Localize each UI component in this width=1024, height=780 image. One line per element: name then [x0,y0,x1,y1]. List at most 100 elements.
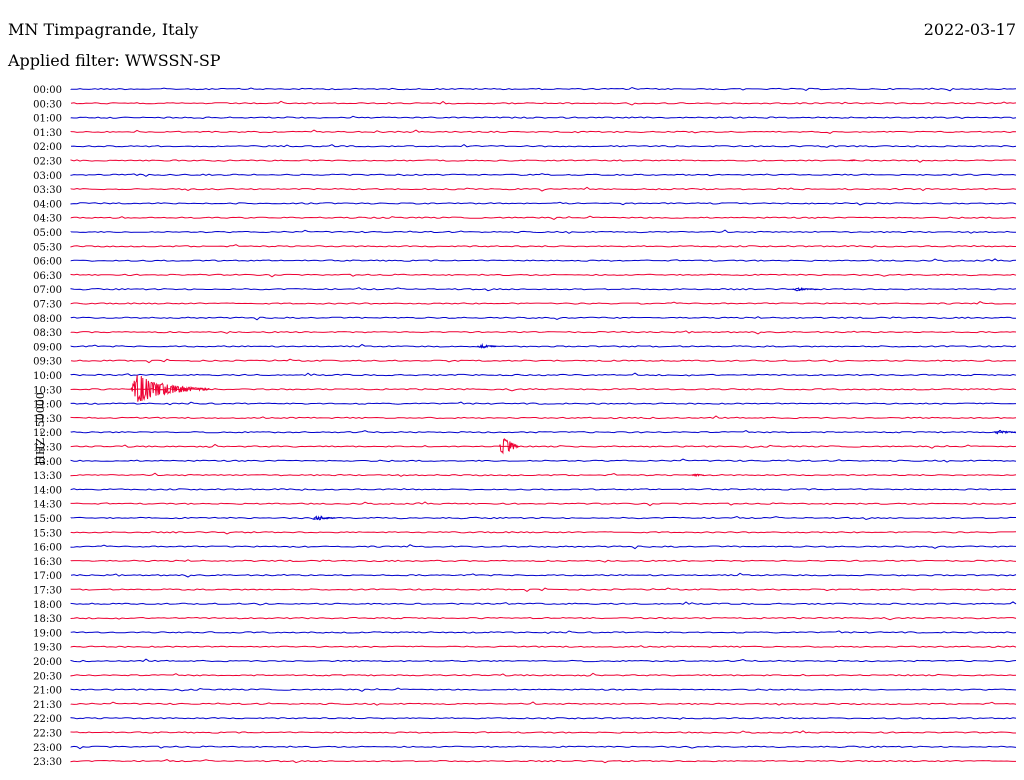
trace-row-0430 [70,215,1017,220]
row-tick-label: 03:00 [33,171,62,182]
trace-row-1330 [70,472,1017,477]
trace-row-1600 [70,544,1017,550]
row-tick-label: 07:30 [33,300,62,311]
trace-row-1000 [70,372,1017,377]
helicorder-chart: 00:00 00:30 01:00 01:30 02:00 02:30 03:00 03:30… [33,85,1017,768]
row-tick-label: 22:00 [33,714,62,725]
seismic-event-4 [477,342,497,350]
row-tick-label: 09:00 [33,342,62,353]
trace-row-1900 [70,630,1017,635]
row-tick-label: 16:00 [33,543,62,554]
row-tick-label: 12:30 [33,443,62,454]
row-tick-label: 01:00 [33,114,62,125]
row-tick-label: 23:30 [33,757,62,768]
trace-row-1400 [70,488,1017,491]
row-tick-label: 16:30 [33,557,62,568]
row-tick-label: 21:00 [33,686,62,697]
trace-row-1100 [70,401,1017,406]
trace-row-1930 [70,645,1017,648]
row-tick-label: 08:00 [33,314,62,325]
row-tick-label: 15:00 [33,514,62,525]
row-tick-label: 05:30 [33,242,62,253]
row-tick-label: 02:00 [33,142,62,153]
trace-row-0630 [70,273,1017,278]
trace-row-1700 [70,572,1017,578]
trace-row-1230 [70,443,1017,449]
row-tick-label: 09:30 [33,357,62,368]
trace-row-0030 [70,100,1017,106]
seismic-event-7 [848,159,856,162]
row-tick-label: 13:00 [33,457,62,468]
row-tick-label: 02:30 [33,157,62,168]
trace-row-0500 [70,229,1017,234]
trace-row-1130 [70,415,1017,420]
row-tick-label: 10:30 [33,385,62,396]
trace-row-0100 [70,115,1017,120]
row-tick-label: 20:30 [33,671,62,682]
trace-row-0730 [70,301,1017,305]
row-tick-label: 22:30 [33,729,62,740]
trace-row-0830 [70,330,1017,335]
trace-row-1730 [70,587,1017,593]
row-tick-label: 18:00 [33,600,62,611]
row-tick-label: 11:30 [33,414,62,425]
row-tick-label: 00:30 [33,99,62,110]
row-tick-label: 14:30 [33,500,62,511]
trace-row-0200 [70,143,1017,148]
seismic-event-1 [498,437,519,455]
row-tick-label: 04:00 [33,199,62,210]
row-tick-label: 10:00 [33,371,62,382]
trace-row-0330 [70,186,1017,192]
row-tick-label: 14:00 [33,485,62,496]
row-tick-label: 00:00 [33,85,62,96]
row-tick-label: 19:00 [33,628,62,639]
row-tick-label: 06:30 [33,271,62,282]
row-tick-label: 07:00 [33,285,62,296]
trace-row-2030 [70,672,1017,677]
row-tick-label: 05:00 [33,228,62,239]
row-tick-label: 19:30 [33,643,62,654]
trace-row-0600 [70,258,1017,262]
trace-row-0300 [70,173,1017,177]
trace-row-2200 [70,716,1017,720]
trace-row-0800 [70,316,1016,321]
trace-row-1030 [70,388,1017,392]
trace-row-0000 [70,86,1017,92]
row-tick-label: 08:30 [33,328,62,339]
row-tick-label: 15:30 [33,528,62,539]
trace-row-0400 [70,201,1017,206]
row-tick-label: 13:30 [33,471,62,482]
trace-row-0900 [70,343,1017,348]
row-tick-label: 04:30 [33,214,62,225]
trace-row-2130 [70,701,1017,706]
trace-row-2330 [70,759,1016,764]
row-tick-label: 03:30 [33,185,62,196]
trace-row-1630 [70,559,1017,563]
row-tick-label: 11:00 [33,400,62,411]
row-tick-label: 17:30 [33,586,62,597]
row-tick-label: 12:00 [33,428,62,439]
row-tick-label: 23:00 [33,743,62,754]
trace-row-1200 [70,430,1017,434]
trace-row-2300 [70,745,1017,750]
trace-row-0700 [70,287,1017,292]
trace-row-1300 [70,458,1017,463]
trace-row-0130 [70,129,1017,134]
row-tick-label: 18:30 [33,614,62,625]
trace-row-1830 [70,616,1017,621]
trace-row-1430 [70,501,1017,507]
row-tick-label: 21:30 [33,700,62,711]
trace-row-2230 [70,730,1016,734]
trace-row-0230 [70,159,1017,163]
row-tick-label: 17:00 [33,571,62,582]
trace-row-0530 [70,244,1016,248]
row-tick-label: 01:30 [33,128,62,139]
trace-row-1500 [70,515,1016,521]
seismic-event-2 [691,473,705,477]
row-tick-label: 06:00 [33,257,62,268]
trace-row-2000 [70,658,1017,663]
trace-row-2100 [70,687,1017,692]
row-tick-label: 20:00 [33,657,62,668]
trace-row-1530 [70,531,1017,535]
trace-row-1800 [70,601,1017,606]
